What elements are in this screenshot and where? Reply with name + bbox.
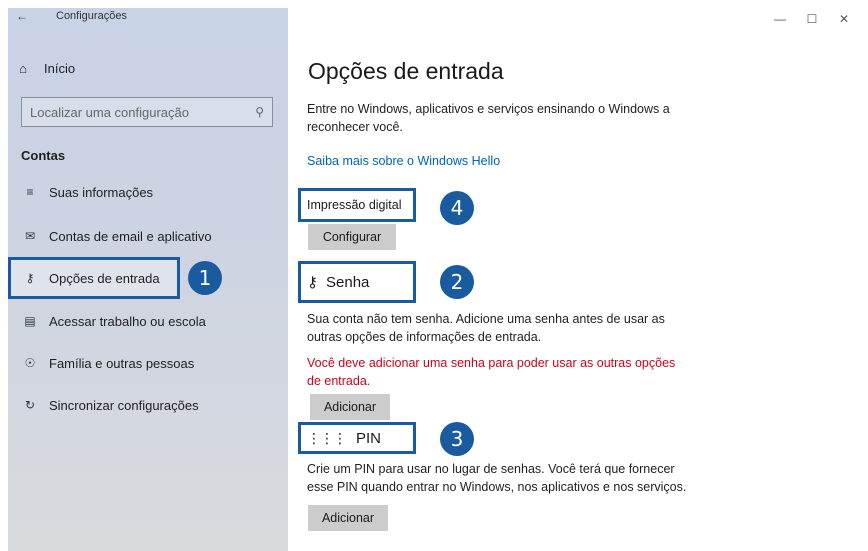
home-label: Início [44,61,76,76]
sidebar-item-trabalho-escola[interactable]: ▤ Acessar trabalho ou escola [21,308,206,334]
intro-text: Entre no Windows, aplicativos e serviços… [307,100,727,136]
window-controls: — ☐ ✕ [764,8,860,30]
pin-desc-line-2: esse PIN quando entrar no Windows, nos a… [307,480,687,494]
key-icon: ⚷ [307,274,318,291]
search-input[interactable]: Localizar uma configuração ⚲ [21,97,273,127]
callout-badge-3: 3 [440,422,474,456]
callout-badge-4: 4 [440,191,474,225]
sidebar-item-label: Suas informações [49,184,154,200]
password-error-line-2: de entrada. [307,374,371,388]
section-title: Contas [21,148,66,163]
home-icon: ⌂ [19,61,27,76]
pin-desc-line-1: Crie um PIN para usar no lugar de senhas… [307,462,675,476]
sidebar-item-label: Acessar trabalho ou escola [49,313,206,329]
intro-line-2: reconhecer você. [307,120,403,134]
close-icon[interactable]: ✕ [828,8,860,30]
key-icon: ⚷ [25,271,35,285]
windows-hello-link[interactable]: Saiba mais sobre o Windows Hello [307,154,500,168]
sidebar-item-label: Contas de email e aplicativo [49,228,212,244]
sidebar-item-opcoes-entrada[interactable]: ⚷ Opções de entrada [21,265,160,291]
password-desc-line-1: Sua conta não tem senha. Adicione uma se… [307,312,665,326]
sidebar-item-label: Opções de entrada [49,270,160,286]
search-placeholder: Localizar uma configuração [30,104,189,120]
password-error: Você deve adicionar uma senha para poder… [307,354,727,390]
callout-badge-2: 2 [440,265,474,299]
sync-icon: ↻ [24,398,36,412]
fingerprint-title: Impressão digital [307,198,402,212]
sidebar-item-contas-email[interactable]: ✉ Contas de email e aplicativo [21,223,212,249]
back-arrow-icon[interactable]: ← [14,9,30,23]
app-title: Configurações [56,10,127,22]
add-pin-button[interactable]: Adicionar [308,505,388,531]
password-title: Senha [326,273,370,291]
search-icon[interactable]: ⚲ [255,105,264,119]
password-heading: ⚷ Senha [298,261,416,303]
person-add-icon: ☉ [24,356,36,370]
password-desc-line-2: outras opções de informações de entrada. [307,330,542,344]
sidebar-home[interactable]: ⌂ Início [14,61,75,76]
password-error-line-1: Você deve adicionar uma senha para poder… [307,356,676,370]
sidebar-item-sincronizar[interactable]: ↻ Sincronizar configurações [21,392,199,418]
pin-title: PIN [356,429,382,447]
pin-heading: ⋮⋮⋮ PIN [298,422,416,454]
configure-fingerprint-button[interactable]: Configurar [308,224,396,250]
add-password-button[interactable]: Adicionar [310,394,390,420]
titlebar: ← Configurações [14,6,127,26]
sidebar-item-familia[interactable]: ☉ Família e outras pessoas [21,350,195,376]
pin-description: Crie um PIN para usar no lugar de senhas… [307,460,727,496]
mail-icon: ✉ [24,229,36,243]
person-info-icon: ≡ [26,185,34,199]
page-title: Opções de entrada [308,58,504,84]
sidebar-item-label: Família e outras pessoas [49,355,195,371]
password-description: Sua conta não tem senha. Adicione uma se… [307,310,727,346]
briefcase-icon: ▤ [24,314,36,328]
maximize-icon[interactable]: ☐ [796,8,828,30]
minimize-icon[interactable]: — [764,8,796,30]
callout-badge-1: 1 [188,261,222,295]
sidebar-item-label: Sincronizar configurações [49,397,199,413]
fingerprint-heading: Impressão digital [298,188,416,222]
intro-line-1: Entre no Windows, aplicativos e serviços… [307,102,670,116]
settings-window: ← Configurações — ☐ ✕ ⌂ Início Localizar… [0,0,868,551]
keypad-icon: ⋮⋮⋮ [307,429,347,446]
sidebar-item-suas-informacoes[interactable]: ≡ Suas informações [21,179,153,205]
